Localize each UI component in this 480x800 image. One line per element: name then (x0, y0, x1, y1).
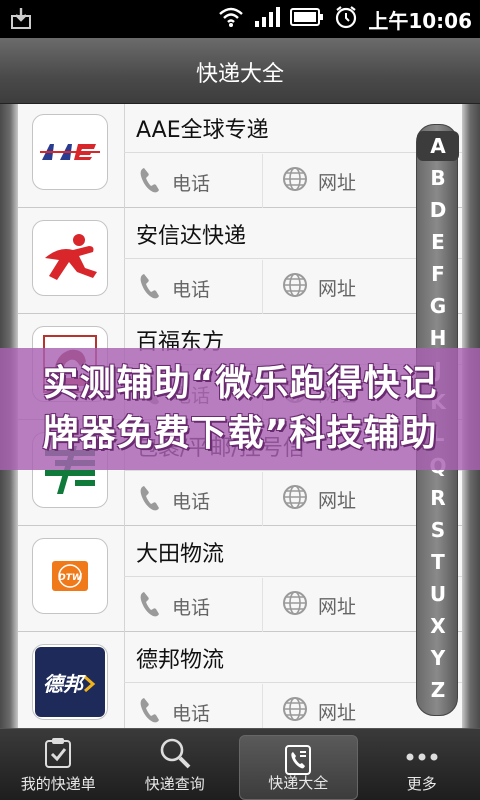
dtw-logo: DTW (32, 538, 108, 614)
watermark-line-2: 牌器免费下载”科技辅助 (42, 413, 438, 454)
index-letter[interactable]: R (417, 483, 459, 513)
call-button[interactable]: 电话 (138, 696, 210, 728)
tab-label: 更多 (406, 775, 437, 793)
phone-icon (138, 696, 162, 728)
index-letter[interactable]: D (417, 195, 459, 225)
index-letter[interactable]: Z (417, 675, 459, 705)
index-letter[interactable]: B (417, 163, 459, 193)
divider (124, 258, 462, 259)
call-label: 电话 (172, 597, 211, 619)
courier-name: 安信达快递 (136, 224, 247, 249)
tab-tracking[interactable]: 快递查询 (117, 729, 234, 800)
divider (262, 154, 263, 208)
download-notification-icon (10, 6, 32, 30)
divider (262, 684, 263, 728)
phone-icon (138, 484, 162, 517)
divider (124, 208, 125, 314)
website-label: 网址 (318, 702, 357, 724)
call-button[interactable]: 电话 (138, 166, 210, 199)
index-letter[interactable]: A (417, 131, 459, 161)
divider (262, 472, 263, 526)
divider (124, 104, 125, 208)
clock-time: 上午10:06 (368, 8, 472, 33)
website-button[interactable]: 网址 (282, 166, 356, 197)
svg-text:DTW: DTW (58, 573, 83, 583)
phone-book-icon (283, 744, 313, 780)
courier-name: 大田物流 (136, 542, 225, 567)
watermark-line-1: 实测辅助“微乐跑得快记 (42, 363, 438, 404)
wifi-icon (218, 6, 244, 32)
divider (124, 576, 462, 577)
index-letter[interactable]: F (417, 259, 459, 289)
divider (124, 470, 462, 471)
aae-logo (32, 114, 108, 190)
index-letter[interactable]: E (417, 227, 459, 257)
courier-item[interactable]: DTW 大田物流电话 网址 (18, 526, 462, 632)
call-label: 电话 (172, 279, 211, 301)
phone-icon (138, 590, 162, 623)
divider (124, 682, 462, 683)
tab-label: 快递查询 (144, 775, 205, 793)
call-button[interactable]: 电话 (138, 484, 210, 517)
watermark-banner: 实测辅助“微乐跑得快记 牌器免费下载”科技辅助 (0, 348, 480, 470)
call-button[interactable]: 电话 (138, 590, 210, 623)
website-label: 网址 (318, 596, 357, 618)
tab-label: 我的快递单 (20, 775, 96, 793)
divider (124, 526, 125, 632)
call-label: 电话 (172, 173, 211, 195)
index-letter[interactable]: Y (417, 643, 459, 673)
debang-logo: 德邦 (32, 644, 108, 720)
index-letter[interactable]: T (417, 547, 459, 577)
phone-icon (138, 166, 162, 199)
tab-my-orders[interactable]: 我的快递单 (0, 729, 117, 800)
svg-text:德邦: 德邦 (43, 672, 87, 696)
website-button[interactable]: 网址 (282, 272, 356, 303)
clipboard-check-icon (43, 737, 73, 773)
globe-icon (282, 696, 308, 727)
call-button[interactable]: 电话 (138, 272, 210, 305)
page-title: 快递大全 (195, 62, 284, 87)
divider (262, 578, 263, 632)
divider (124, 152, 462, 153)
website-label: 网址 (318, 490, 357, 512)
website-button[interactable]: 网址 (282, 590, 356, 621)
index-letter[interactable]: U (417, 579, 459, 609)
anxinda-logo (32, 220, 108, 296)
courier-name: AAE全球专递 (136, 118, 269, 143)
index-letter[interactable]: S (417, 515, 459, 545)
globe-icon (282, 166, 308, 197)
title-bar: 快递大全 (0, 38, 480, 104)
website-button[interactable]: 网址 (282, 696, 356, 727)
call-label: 电话 (172, 703, 211, 725)
globe-icon (282, 484, 308, 515)
bottom-nav: 我的快递单 快递查询 快递大全更多 (0, 728, 480, 800)
courier-item[interactable]: 安信达快递电话 网址 (18, 208, 462, 314)
courier-item[interactable]: AAE全球专递电话 网址 (18, 104, 462, 208)
courier-item[interactable]: 德邦 德邦物流电话 网址 (18, 632, 462, 728)
call-label: 电话 (172, 491, 211, 513)
globe-icon (282, 272, 308, 303)
index-letter[interactable]: G (417, 291, 459, 321)
battery-icon (290, 7, 324, 31)
courier-name: 德邦物流 (136, 648, 225, 673)
divider (262, 260, 263, 314)
index-letter[interactable]: X (417, 611, 459, 641)
website-label: 网址 (318, 278, 357, 300)
magnifier-icon (159, 737, 191, 773)
tab-more[interactable]: 更多 (364, 729, 480, 800)
website-button[interactable]: 网址 (282, 484, 356, 515)
tab-directory[interactable]: 快递大全 (239, 735, 358, 800)
phone-icon (138, 272, 162, 305)
signal-icon (254, 6, 281, 32)
more-dots-icon (404, 749, 440, 767)
divider (124, 632, 125, 728)
website-label: 网址 (318, 172, 357, 194)
globe-icon (282, 590, 308, 621)
status-bar: 上午10:06 (0, 0, 480, 38)
alarm-clock-icon (334, 5, 358, 33)
